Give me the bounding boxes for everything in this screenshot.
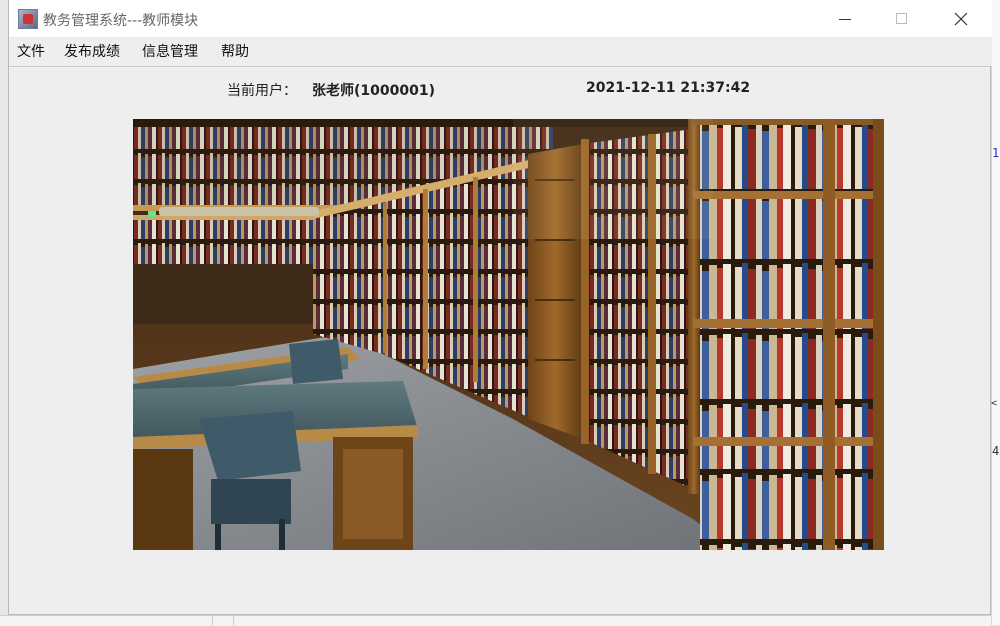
- current-datetime: 2021-12-11 21:37:42: [586, 80, 751, 96]
- teacher-module-window: 教务管理系统---教师模块 文件 发布成绩 信息管理 帮助 当前用户： 张老师(…: [8, 0, 992, 615]
- menu-bar: 文件 发布成绩 信息管理 帮助: [9, 37, 992, 67]
- background-text: 4: [992, 444, 1000, 458]
- menu-help[interactable]: 帮助: [219, 41, 251, 63]
- maximize-button[interactable]: [879, 0, 925, 37]
- menu-info-management[interactable]: 信息管理: [140, 41, 200, 63]
- background-text: <: [991, 398, 998, 409]
- close-icon: [954, 12, 968, 26]
- background-app-bottom: [0, 615, 991, 626]
- background-app-edge: 1 < 4: [991, 0, 1000, 625]
- library-photo: [133, 119, 884, 550]
- maximize-icon: [896, 13, 907, 24]
- background-text: 1: [992, 146, 1000, 160]
- menu-file[interactable]: 文件: [15, 41, 47, 63]
- minimize-button[interactable]: [822, 0, 868, 37]
- close-button[interactable]: [938, 0, 984, 37]
- minimize-icon: [839, 19, 851, 20]
- current-user-name: 张老师(1000001): [312, 83, 435, 99]
- window-title: 教务管理系统---教师模块: [43, 13, 199, 29]
- title-bar[interactable]: 教务管理系统---教师模块: [9, 0, 992, 37]
- library-banner-image: [133, 119, 884, 550]
- current-user-label: 当前用户：: [227, 83, 297, 99]
- java-app-icon: [18, 9, 38, 29]
- menu-publish-grades[interactable]: 发布成绩: [62, 41, 122, 63]
